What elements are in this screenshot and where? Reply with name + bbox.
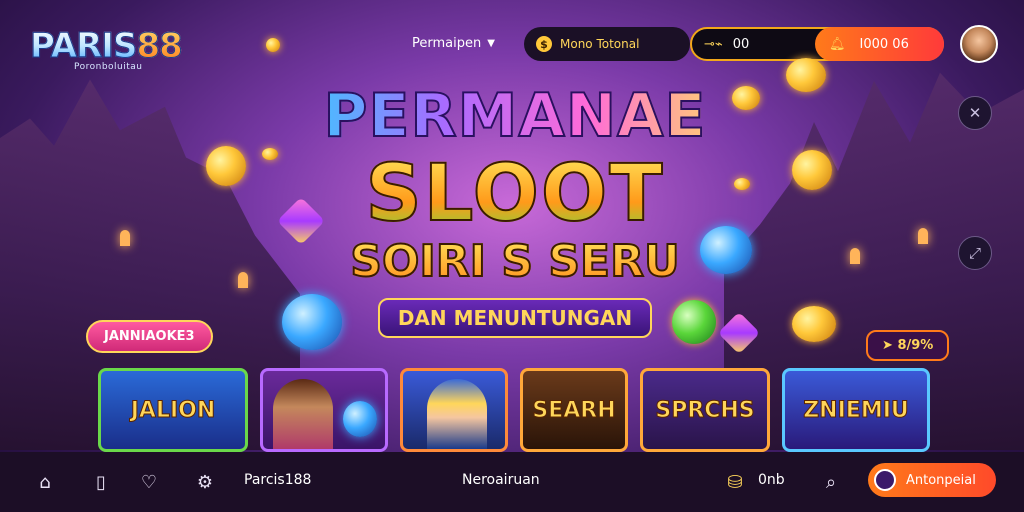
brand-logo[interactable]: PARIS88 Poronboluitau [29, 26, 183, 73]
game-tile[interactable]: JALION [98, 368, 248, 452]
coin-decoration [792, 150, 832, 190]
deposit-button[interactable]: 🔔︎ I000 06 [815, 27, 944, 61]
game-tile[interactable]: ZNIEMIU [782, 368, 930, 452]
hero-title: PERMANAE [300, 80, 730, 152]
search-icon[interactable]: ⌕ [818, 469, 844, 495]
bottom-brand-label[interactable]: Parcis188 [244, 472, 311, 488]
hero-ribbon: DAN MENUNTUNGAN [377, 298, 653, 338]
link-icon: ⊸⌁ [704, 36, 723, 52]
coin-decoration [786, 58, 826, 92]
game-tile-label: JALION [130, 397, 216, 423]
gear-icon[interactable]: ⚙ [192, 469, 218, 495]
character-image [427, 379, 487, 449]
home-icon[interactable]: ⌂ [32, 469, 58, 495]
window-light [238, 272, 248, 288]
blue-coin-decoration [343, 401, 377, 437]
game-tile[interactable] [260, 368, 388, 452]
logo-text-accent: 88 [136, 26, 183, 67]
game-tile-label: ZNIEMIU [803, 397, 910, 423]
category-tag[interactable]: JANNIAOKE3 [86, 320, 213, 353]
game-tiles: JALION SEARH SPRCHS ZNIEMIU [98, 368, 930, 452]
deposit-amount: I000 06 [859, 36, 909, 52]
hero-headline: SLOOT [300, 151, 730, 237]
hero-subheadline: SOIRI S SERU [300, 235, 730, 288]
game-tile[interactable] [400, 368, 508, 452]
arrow-icon: ➤ [882, 338, 893, 353]
coin-decoration [732, 86, 760, 110]
bag-icon[interactable]: ⛁ [722, 469, 748, 495]
balance-value: 00 [732, 36, 750, 52]
coin-decoration [734, 178, 750, 190]
expand-icon[interactable]: ⤢ [958, 236, 992, 270]
action-button-label: Antonpeial [906, 472, 976, 488]
bell-icon: 🔔︎ [829, 36, 846, 52]
avatar[interactable] [960, 25, 998, 63]
window-light [120, 230, 130, 246]
avatar-icon [874, 469, 896, 491]
game-tile-label: SPRCHS [655, 397, 755, 423]
coin-icon: $ [536, 36, 552, 52]
heart-icon[interactable]: ♡ [136, 469, 162, 495]
top-menu-label: Permaipen [412, 36, 482, 51]
bag-count: 0nb [758, 472, 785, 488]
top-menu-dropdown[interactable]: Permaipen ▼ [412, 36, 495, 51]
game-tile[interactable]: SPRCHS [640, 368, 770, 452]
coin-decoration [206, 146, 246, 186]
promo-pill[interactable]: $ Mono Totonal [524, 27, 690, 61]
close-icon[interactable]: ✕ [958, 96, 992, 130]
bonus-tag[interactable]: ➤ 8/9% [866, 330, 950, 361]
card-icon[interactable]: ▯ [88, 469, 114, 495]
coin-decoration [266, 38, 280, 52]
hero-banner: PERMANAE SLOOT SOIRI S SERU DAN MENUNTUN… [300, 80, 730, 338]
coin-decoration [262, 148, 278, 160]
chevron-down-icon: ▼ [487, 38, 495, 49]
character-image [273, 379, 333, 449]
action-button[interactable]: Antonpeial [868, 463, 996, 497]
bottom-center-label[interactable]: Neroairuan [462, 472, 540, 488]
promo-pill-text: Mono Totonal [560, 37, 640, 51]
window-light [850, 248, 860, 264]
coin-decoration [792, 306, 836, 342]
game-tile-label: SEARH [532, 397, 616, 423]
window-light [918, 228, 928, 244]
bonus-tag-label: 8/9% [897, 338, 934, 353]
logo-text-main: PARIS [29, 26, 137, 67]
game-tile[interactable]: SEARH [520, 368, 628, 452]
